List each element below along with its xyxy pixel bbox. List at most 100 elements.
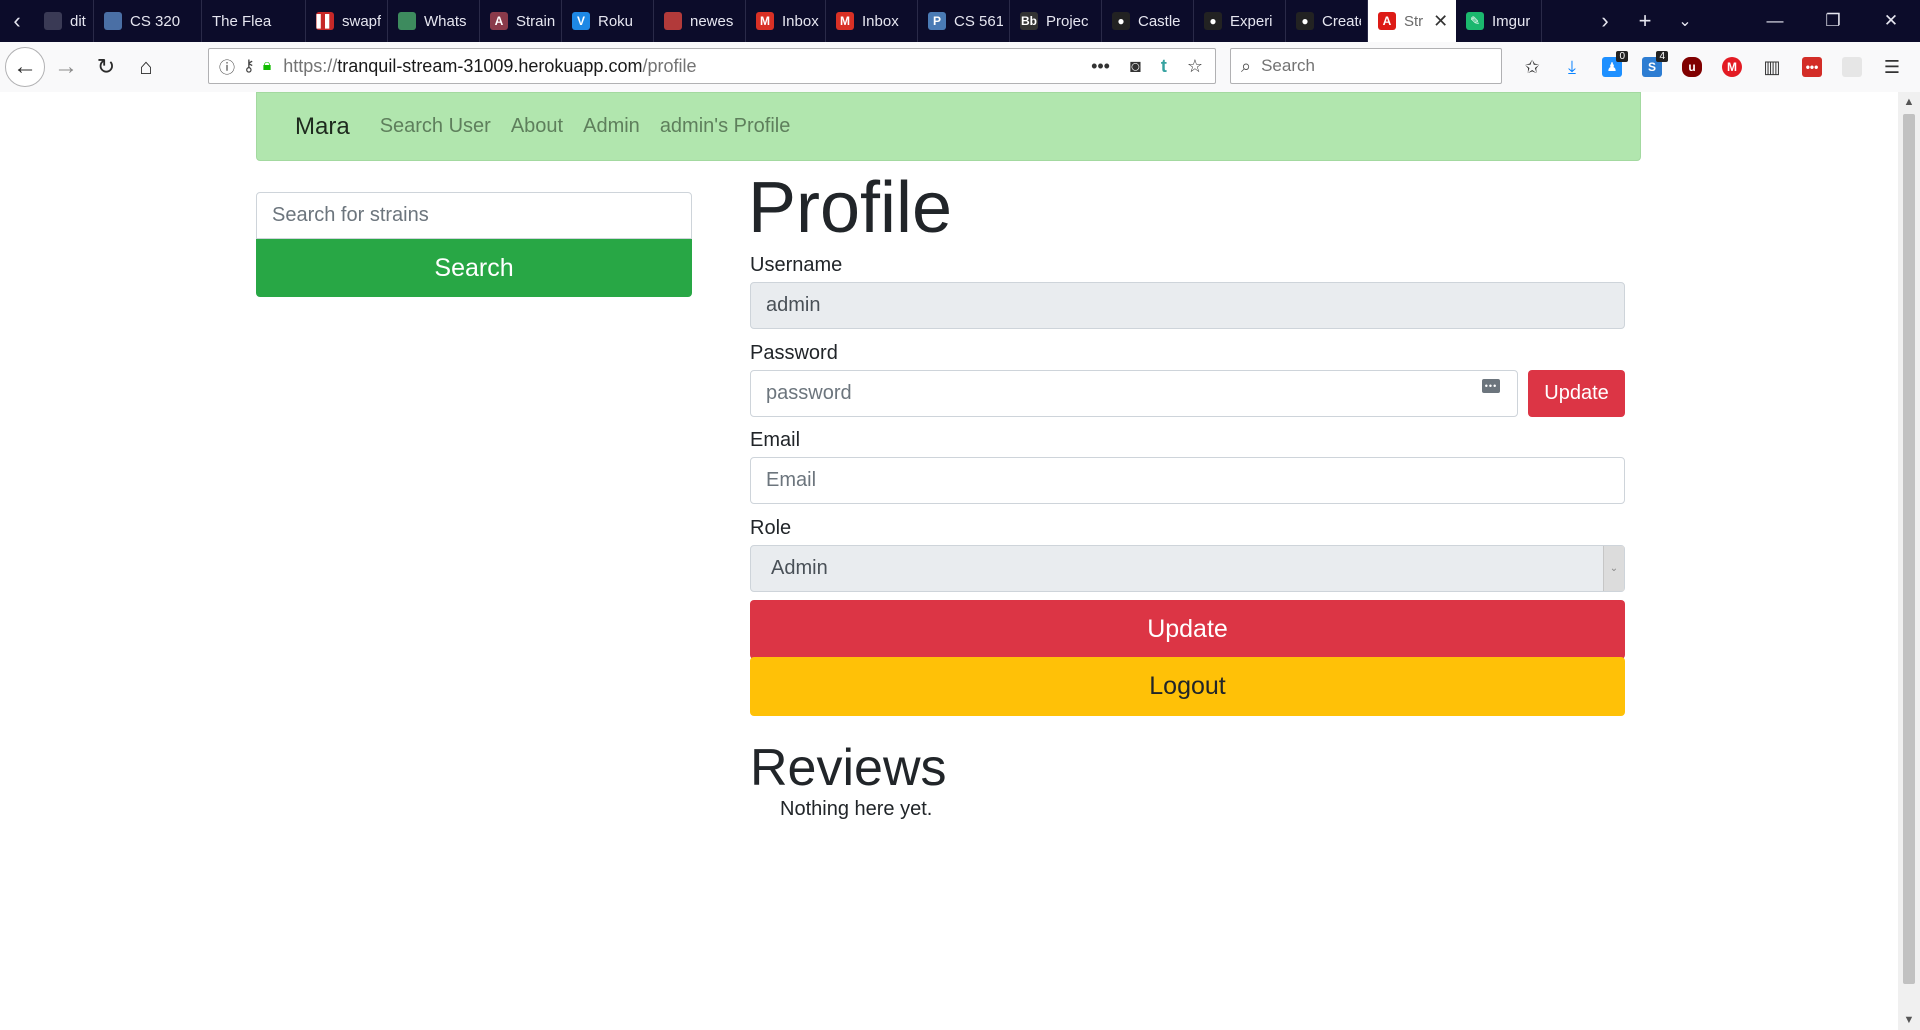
browser-tab[interactable]: A Strain bbox=[480, 0, 562, 42]
lastpass-icon[interactable]: ••• bbox=[1792, 49, 1832, 85]
password-field[interactable] bbox=[750, 370, 1518, 417]
password-label: Password bbox=[750, 342, 838, 364]
username-field bbox=[750, 282, 1625, 329]
close-tab-icon[interactable]: ✕ bbox=[1433, 11, 1448, 32]
tab-controls: › + ⌄ bbox=[1585, 0, 1705, 42]
url-text[interactable]: https://tranquil-stream-31009.herokuapp.… bbox=[283, 56, 696, 77]
tab-title: Experi bbox=[1230, 12, 1273, 30]
tab-favicon-icon bbox=[104, 12, 122, 30]
browser-tab[interactable]: CS 320 bbox=[94, 0, 202, 42]
password-manager-icon[interactable]: ••• bbox=[1482, 379, 1500, 393]
tab-favicon-icon: ● bbox=[1296, 12, 1314, 30]
tab-favicon-icon: M bbox=[756, 12, 774, 30]
tab-title: swapfo bbox=[342, 12, 381, 30]
browser-tab[interactable]: ● Castle bbox=[1102, 0, 1194, 42]
role-selected-value: Admin bbox=[771, 557, 828, 579]
nav-link-search-user[interactable]: Search User bbox=[380, 115, 491, 138]
tab-list: dit CS 320 The Flea at ▌▌ swapfo Whats A Strain… bbox=[34, 0, 1542, 42]
browser-tab-active[interactable]: A Str ✕ bbox=[1368, 0, 1456, 42]
tumblr-icon[interactable]: t bbox=[1161, 56, 1167, 77]
tab-scroll-left-button[interactable]: ‹ bbox=[0, 0, 34, 42]
s-extension-icon[interactable]: S 4 bbox=[1632, 49, 1672, 85]
menu-icon[interactable]: ☰ bbox=[1872, 49, 1912, 85]
extension-badge: 4 bbox=[1656, 51, 1668, 62]
toolbar-extensions: ✩ ⤓ ♟ 0 S 4 u M ▥ ••• ☰ bbox=[1512, 49, 1912, 85]
browser-tab[interactable]: newes bbox=[654, 0, 746, 42]
notifications-extension-icon[interactable]: ♟ 0 bbox=[1592, 49, 1632, 85]
update-profile-button[interactable]: Update bbox=[750, 600, 1625, 659]
browser-tab[interactable]: ✎ Imgur bbox=[1456, 0, 1542, 42]
tab-favicon-icon: ● bbox=[1204, 12, 1222, 30]
browser-tab[interactable]: dit bbox=[34, 0, 94, 42]
tab-title: Create bbox=[1322, 12, 1361, 30]
nav-link-profile[interactable]: admin's Profile bbox=[660, 115, 791, 138]
browser-tab[interactable]: ▌▌ swapfo bbox=[306, 0, 388, 42]
blank-extension-icon[interactable] bbox=[1832, 49, 1872, 85]
pocket-icon[interactable]: ◙ bbox=[1130, 56, 1141, 77]
browser-tab[interactable]: The Flea at bbox=[202, 0, 306, 42]
tab-scroll-right-button[interactable]: › bbox=[1585, 8, 1625, 34]
reload-button[interactable]: ↻ bbox=[88, 49, 124, 85]
page-actions-icon[interactable]: ••• bbox=[1091, 56, 1110, 77]
strain-search-button[interactable]: Search bbox=[256, 239, 692, 297]
browser-tab[interactable]: ● Create bbox=[1286, 0, 1368, 42]
sidebar-icon[interactable]: ▥ bbox=[1752, 49, 1792, 85]
url-bar[interactable]: ⓘ ⚷ 🔒︎ https://tranquil-stream-31009.her… bbox=[208, 48, 1216, 84]
browser-search-bar[interactable]: ⌕ Search bbox=[1230, 48, 1502, 84]
browser-tab[interactable]: ● Experi bbox=[1194, 0, 1286, 42]
library-icon[interactable]: ✩ bbox=[1512, 49, 1552, 85]
username-label: Username bbox=[750, 254, 843, 276]
tab-title: Whats bbox=[424, 12, 467, 30]
nav-link-admin[interactable]: Admin bbox=[583, 115, 640, 138]
role-label: Role bbox=[750, 517, 792, 539]
search-icon: ⌕ bbox=[1241, 55, 1252, 76]
page-scrollbar[interactable]: ▲ ▼ bbox=[1898, 92, 1920, 1030]
browser-tab[interactable]: M Inbox bbox=[826, 0, 918, 42]
role-select: Admin ⌄ bbox=[750, 545, 1625, 592]
email-field[interactable] bbox=[750, 457, 1625, 504]
scroll-thumb[interactable] bbox=[1903, 114, 1915, 984]
logout-button[interactable]: Logout bbox=[750, 657, 1625, 716]
tab-title: The Flea at bbox=[212, 12, 272, 30]
key-icon[interactable]: ⚷ bbox=[243, 56, 255, 76]
tab-title: dit bbox=[70, 12, 86, 30]
restore-button[interactable]: ❐ bbox=[1804, 0, 1862, 42]
forward-button[interactable]: → bbox=[48, 49, 84, 85]
browser-tab[interactable]: Whats bbox=[388, 0, 480, 42]
minimize-button[interactable]: — bbox=[1746, 0, 1804, 42]
close-window-button[interactable]: ✕ bbox=[1862, 0, 1920, 42]
nav-link-about[interactable]: About bbox=[511, 115, 563, 138]
browser-tab[interactable]: P CS 561 bbox=[918, 0, 1010, 42]
ublock-shield-icon[interactable]: u bbox=[1672, 49, 1712, 85]
browser-tab[interactable]: V Roku bbox=[562, 0, 654, 42]
new-tab-button[interactable]: + bbox=[1625, 8, 1665, 34]
tab-title: Imgur bbox=[1492, 12, 1531, 30]
tab-favicon-icon: V bbox=[572, 12, 590, 30]
scroll-down-icon[interactable]: ▼ bbox=[1898, 1010, 1920, 1030]
lock-icon[interactable]: 🔒︎ bbox=[263, 57, 272, 75]
strain-search-form: Search bbox=[256, 192, 692, 297]
tab-favicon-icon: ✎ bbox=[1466, 12, 1484, 30]
scroll-up-icon[interactable]: ▲ bbox=[1898, 92, 1920, 112]
download-icon[interactable]: ⤓ bbox=[1552, 49, 1592, 85]
back-button[interactable]: ← bbox=[5, 47, 45, 87]
tab-favicon-icon: Bb bbox=[1020, 12, 1038, 30]
notifications-badge: 0 bbox=[1616, 51, 1628, 62]
search-bar-placeholder: Search bbox=[1261, 56, 1315, 75]
chevron-down-icon: ⌄ bbox=[1603, 546, 1624, 591]
window-controls: — ❐ ✕ bbox=[1746, 0, 1920, 42]
strain-search-input[interactable] bbox=[256, 192, 692, 239]
tab-favicon-icon bbox=[398, 12, 416, 30]
m-extension-icon[interactable]: M bbox=[1712, 49, 1752, 85]
home-button[interactable]: ⌂ bbox=[128, 49, 164, 85]
tab-favicon-icon: ▌▌ bbox=[316, 12, 334, 30]
browser-tab[interactable]: Bb Projec bbox=[1010, 0, 1102, 42]
info-icon[interactable]: ⓘ bbox=[219, 54, 235, 78]
bookmark-star-icon[interactable]: ☆ bbox=[1187, 56, 1203, 77]
tab-title: Str bbox=[1404, 12, 1424, 30]
tab-list-chevron-down-icon[interactable]: ⌄ bbox=[1665, 11, 1705, 31]
site-brand[interactable]: Mara bbox=[295, 113, 350, 141]
browser-tab[interactable]: M Inbox bbox=[746, 0, 826, 42]
password-update-button[interactable]: Update bbox=[1528, 370, 1625, 417]
tab-title: Castle bbox=[1138, 12, 1181, 30]
